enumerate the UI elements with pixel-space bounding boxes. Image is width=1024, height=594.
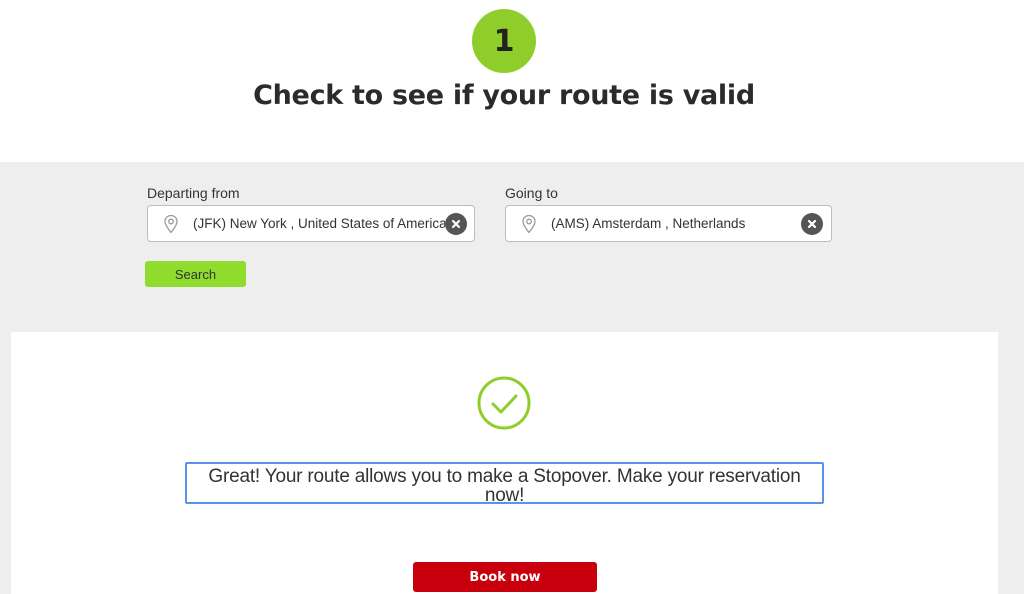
going-to-value[interactable]: (AMS) Amsterdam , Netherlands: [551, 206, 791, 241]
map-pin-icon: [522, 214, 536, 234]
clear-icon: [807, 219, 817, 229]
departing-from-label: Departing from: [147, 185, 240, 201]
result-card: Great! Your route allows you to make a S…: [11, 332, 998, 594]
map-pin-icon: [164, 214, 178, 234]
book-now-button[interactable]: Book now: [413, 562, 597, 592]
result-message: Great! Your route allows you to make a S…: [185, 462, 824, 505]
clear-icon: [451, 219, 461, 229]
page-title: Check to see if your route is valid: [253, 80, 755, 111]
clear-going-button[interactable]: [801, 213, 823, 235]
check-circle-icon: [477, 376, 531, 430]
step-number: 1: [493, 23, 515, 59]
header-section: 1 Check to see if your route is valid: [0, 0, 1024, 162]
departing-from-value[interactable]: (JFK) New York , United States of Americ…: [193, 206, 445, 241]
going-to-field[interactable]: (AMS) Amsterdam , Netherlands: [505, 205, 832, 242]
departing-from-field[interactable]: (JFK) New York , United States of Americ…: [147, 205, 475, 242]
going-to-label: Going to: [505, 185, 558, 201]
step-badge: 1: [472, 9, 536, 73]
clear-departing-button[interactable]: [445, 213, 467, 235]
search-button[interactable]: Search: [145, 261, 246, 287]
